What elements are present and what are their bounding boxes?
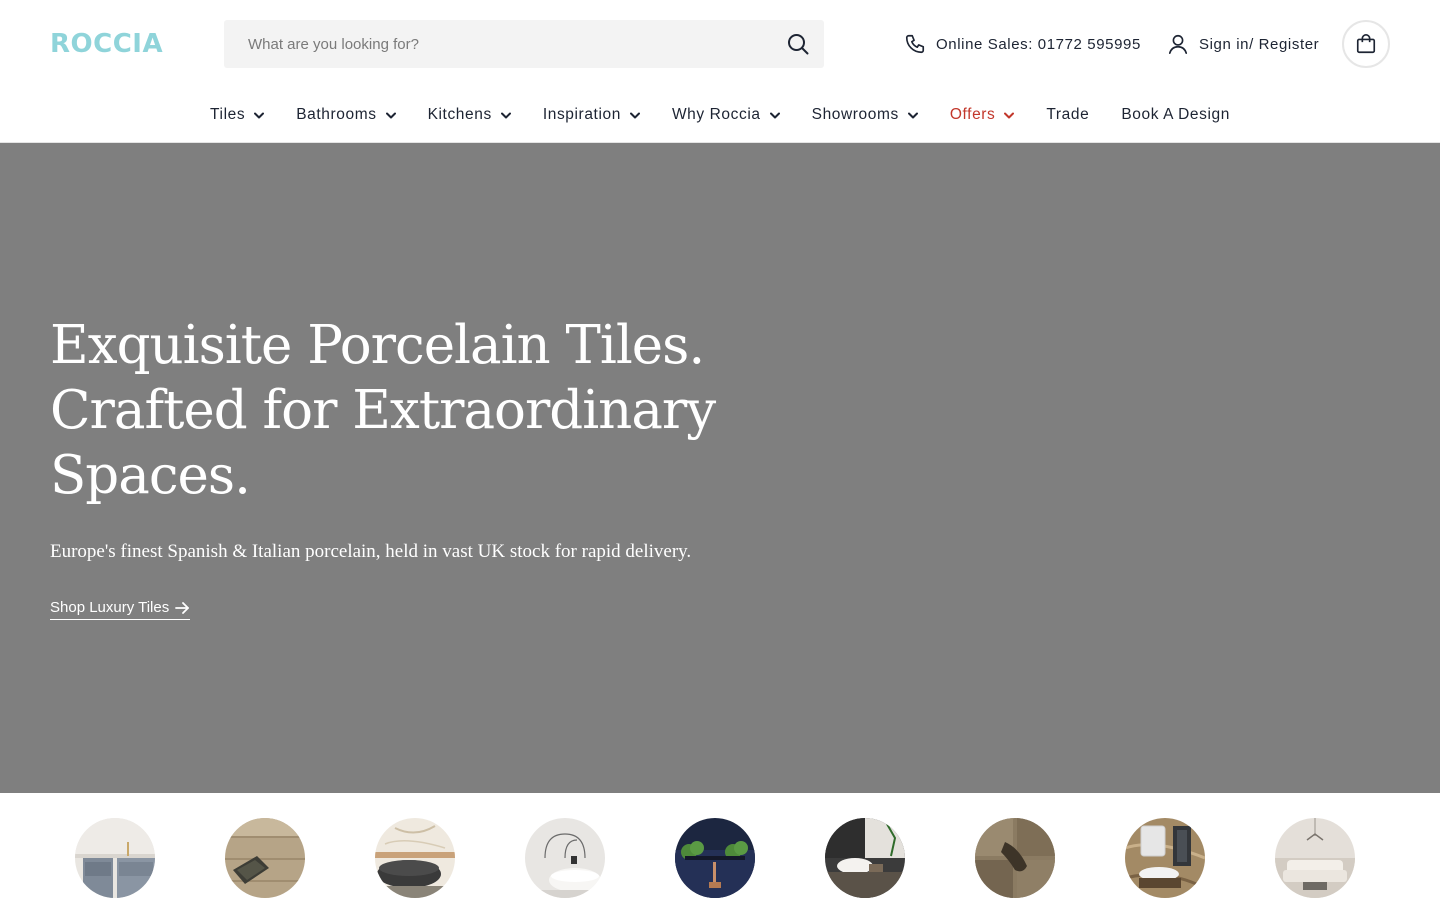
online-sales-phone[interactable]: Online Sales: 01772 595995 bbox=[904, 31, 1141, 57]
category-kitchen-cabinets[interactable] bbox=[75, 818, 155, 898]
nav-item-label: Trade bbox=[1046, 106, 1090, 123]
nav-item-inspiration[interactable]: Inspiration bbox=[543, 106, 640, 124]
nav-item-label: Kitchens bbox=[427, 106, 492, 123]
shopping-bag-icon bbox=[1356, 34, 1376, 54]
nav-item-label: Showrooms bbox=[811, 106, 899, 123]
user-icon bbox=[1168, 34, 1188, 54]
category-freestanding-bath[interactable] bbox=[375, 818, 455, 898]
nav-item-why-roccia[interactable]: Why Roccia bbox=[672, 106, 780, 124]
category-carousel bbox=[0, 818, 1440, 900]
chevron-down-icon bbox=[907, 112, 918, 119]
phone-icon bbox=[905, 34, 925, 54]
category-marble-bathroom[interactable] bbox=[1125, 818, 1205, 898]
search-input[interactable] bbox=[224, 20, 764, 68]
nav-item-bathrooms[interactable]: Bathrooms bbox=[296, 106, 396, 124]
search-bar[interactable] bbox=[224, 20, 824, 68]
chevron-down-icon bbox=[1004, 112, 1015, 119]
hero-banner: Exquisite Porcelain Tiles. Crafted for E… bbox=[0, 143, 1440, 793]
nav-item-tiles[interactable]: Tiles bbox=[210, 106, 265, 124]
category-rustic-stone[interactable] bbox=[975, 818, 1055, 898]
nav-item-book-a-design[interactable]: Book A Design bbox=[1121, 106, 1230, 124]
nav-item-showrooms[interactable]: Showrooms bbox=[812, 106, 918, 124]
chevron-down-icon bbox=[385, 112, 396, 119]
phone-label: Online Sales: 01772 595995 bbox=[936, 35, 1141, 53]
category-wood-floor[interactable] bbox=[225, 818, 305, 898]
sign-in-register-link[interactable]: Sign in/ Register bbox=[1167, 31, 1319, 57]
account-label: Sign in/ Register bbox=[1199, 35, 1320, 53]
hero-headline-line: Crafted for Extraordinary bbox=[50, 380, 716, 441]
chevron-down-icon bbox=[254, 112, 265, 119]
nav-item-label: Why Roccia bbox=[671, 106, 761, 123]
hero-subtext: Europe's finest Spanish & Italian porcel… bbox=[50, 541, 692, 562]
cta-label: Shop Luxury Tiles bbox=[50, 599, 170, 616]
hero-headline-line: Exquisite Porcelain Tiles. bbox=[50, 315, 705, 376]
chevron-down-icon bbox=[500, 112, 511, 119]
nav-item-label: Tiles bbox=[210, 106, 246, 123]
category-dark-wall-plants[interactable] bbox=[675, 818, 755, 898]
nav-item-trade[interactable]: Trade bbox=[1046, 106, 1089, 124]
category-stone-basin[interactable] bbox=[825, 818, 905, 898]
shop-luxury-tiles-link[interactable]: Shop Luxury Tiles bbox=[50, 599, 191, 620]
search-icon[interactable] bbox=[786, 32, 810, 56]
site-header: ROCCIA Online Sales: 01772 595995 Sign i… bbox=[0, 0, 1440, 88]
main-nav: Tiles Bathrooms Kitchens Inspiration Why Roc… bbox=[0, 98, 1440, 132]
chevron-down-icon bbox=[769, 112, 780, 119]
cart-button[interactable] bbox=[1342, 20, 1390, 68]
hero-headline: Exquisite Porcelain Tiles. Crafted for E… bbox=[50, 313, 750, 508]
category-living-room[interactable] bbox=[1275, 818, 1355, 898]
nav-item-kitchens[interactable]: Kitchens bbox=[428, 106, 511, 124]
nav-item-label: Offers bbox=[949, 106, 996, 123]
nav-item-offers[interactable]: Offers bbox=[950, 106, 1015, 124]
category-white-bathroom[interactable] bbox=[525, 818, 605, 898]
chevron-down-icon bbox=[629, 112, 640, 119]
nav-item-label: Book A Design bbox=[1121, 106, 1230, 123]
nav-item-label: Bathrooms bbox=[296, 106, 377, 123]
hero-headline-line: Spaces. bbox=[50, 445, 251, 506]
roccia-logo[interactable]: ROCCIA bbox=[50, 30, 163, 58]
nav-item-label: Inspiration bbox=[542, 106, 621, 123]
arrow-right-icon bbox=[175, 601, 190, 614]
